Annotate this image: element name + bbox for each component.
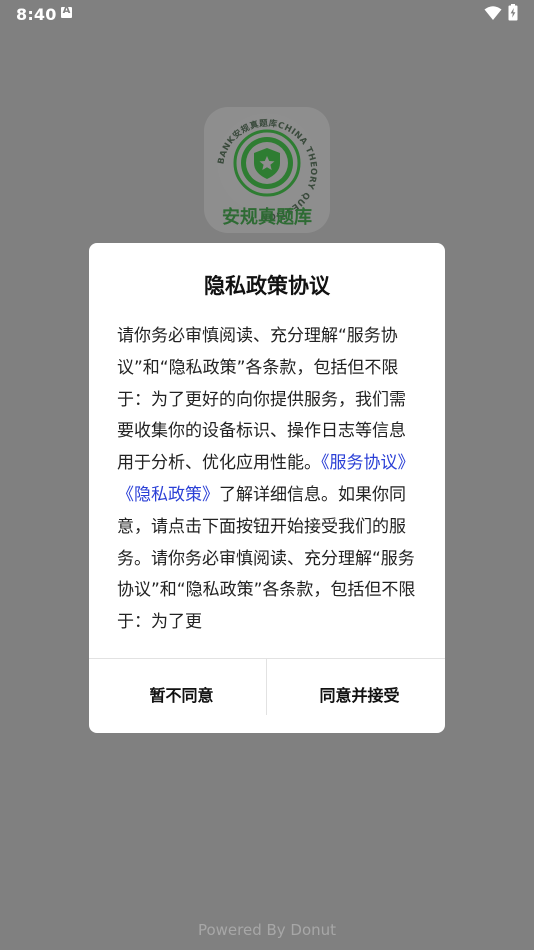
privacy-dialog: 隐私政策协议 请你务必审慎阅读、充分理解“服务协议”和“隐私政策”各条款，包括但…	[89, 243, 445, 733]
powered-by-text: Powered By Donut	[197, 921, 337, 939]
app-logo-name: 安规真题库	[222, 207, 312, 228]
notification-icon-letter: A	[62, 5, 71, 16]
accept-button[interactable]: 同意并接受	[271, 659, 448, 733]
notification-a-icon: A	[61, 5, 72, 18]
dialog-body-text-1: 请你务必审慎阅读、充分理解“服务协议”和“隐私政策”各条款，包括但不限于：为了更…	[117, 326, 406, 474]
status-bar: 8:40 A	[0, 0, 534, 28]
dialog-body-text-2: 了解详细信息。如果你同意，请点击下面按钮开始接受我们的服务。请你务必审慎阅读、充…	[117, 484, 416, 633]
decline-button[interactable]: 暂不同意	[93, 659, 270, 733]
service-agreement-link[interactable]: 《服务协议》	[321, 453, 415, 473]
battery-charging-icon	[508, 4, 518, 21]
status-time: 8:40	[16, 5, 57, 24]
app-logo: BANK安规真题库CHINA THEORY QUESTION 安规真题库	[204, 107, 330, 233]
wifi-icon	[484, 6, 502, 20]
dialog-title: 隐私政策协议	[204, 274, 330, 298]
privacy-policy-link[interactable]: 《隐私政策》	[117, 485, 219, 505]
dialog-body: 请你务必审慎阅读、充分理解“服务协议”和“隐私政策”各条款，包括但不限于：为了更…	[117, 321, 417, 639]
